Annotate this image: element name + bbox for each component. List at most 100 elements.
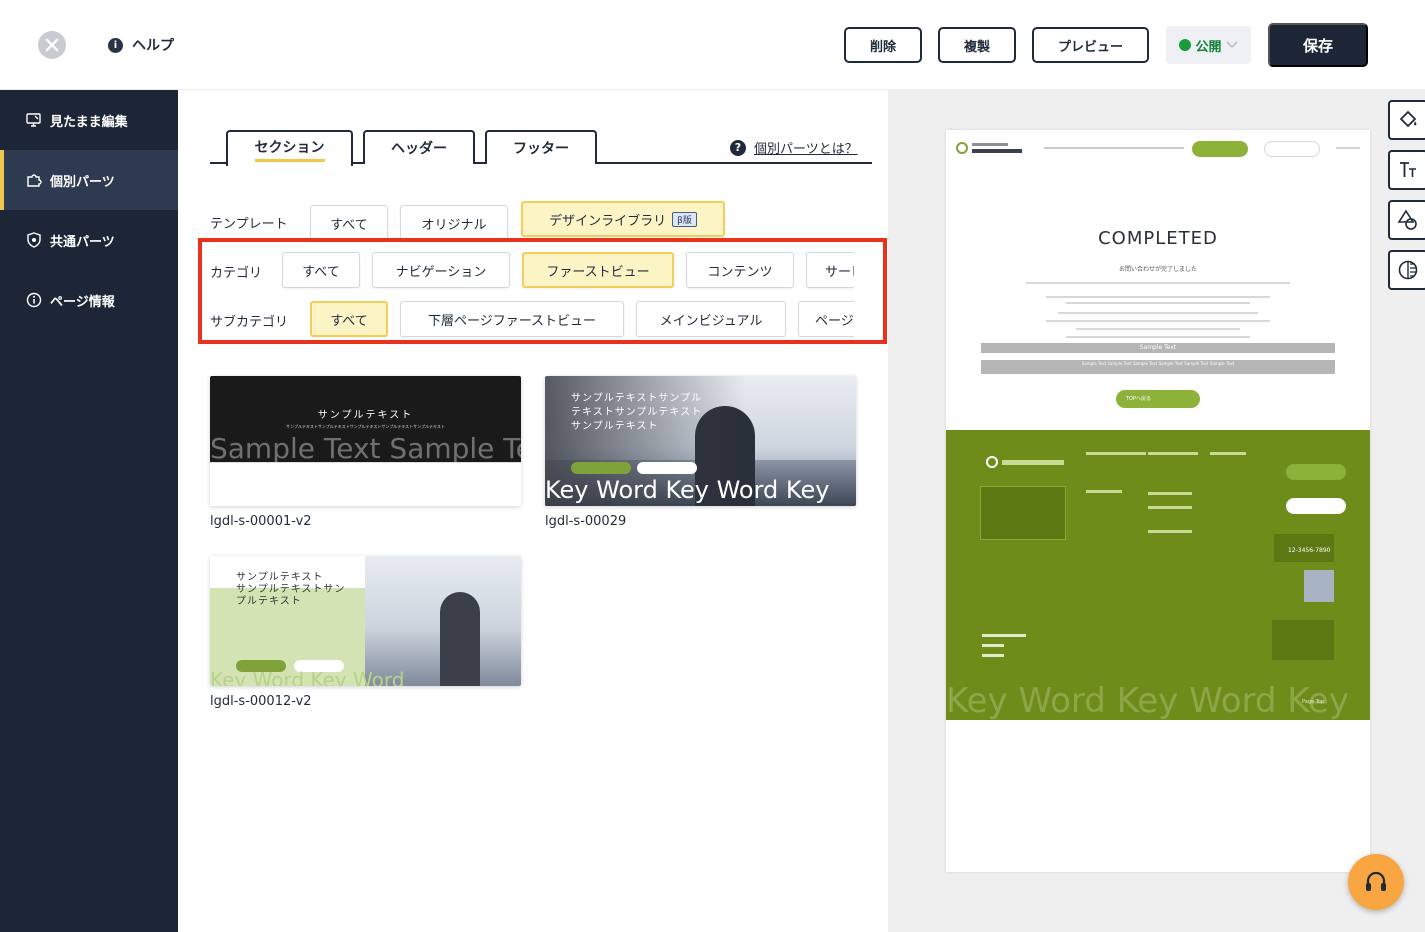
thumb-big-text: Key Word Key Word Key <box>545 476 830 504</box>
part-name: lgdl-s-00029 <box>545 514 627 529</box>
sidebar-item-wysiwyg-edit[interactable]: 見たまま編集 <box>0 90 178 150</box>
tab-label: フッター <box>513 141 569 157</box>
category-option-first-view[interactable]: ファーストビュー <box>522 252 674 288</box>
template-option-all[interactable]: すべて <box>310 205 388 241</box>
help-link[interactable]: i ヘルプ <box>108 35 174 55</box>
footer-image <box>1304 570 1334 602</box>
text-icon <box>1400 162 1416 177</box>
support-chat-button[interactable] <box>1348 854 1404 910</box>
footer-sns-icons <box>1272 620 1334 660</box>
part-thumbnail[interactable]: サンプルテキスト サンプルテキストサンプルテキストサンプルテキストサンプルテキス… <box>210 376 521 506</box>
contrast-icon <box>1398 260 1418 280</box>
subcategory-option-lower-first-view[interactable]: 下層ページファーストビュー <box>400 301 624 337</box>
tab-header[interactable]: ヘッダー <box>363 130 475 164</box>
subcategory-option-main-visual[interactable]: メインビジュアル <box>636 301 786 337</box>
part-card[interactable]: サンプルテキストサンプル テキストサンプルテキスト サンプルテキスト Key W… <box>545 376 856 529</box>
chevron-down-icon <box>1225 41 1238 49</box>
thumb-button <box>637 462 697 474</box>
part-thumbnail[interactable]: サンプルテキスト サンプルテキストサン プルテキスト Key Word Key … <box>210 556 521 686</box>
thumb-button <box>571 462 631 474</box>
thumb-line: サンプルテキスト <box>236 572 324 583</box>
publish-status-label: 公開 <box>1195 39 1222 55</box>
tab-label: ヘッダー <box>391 141 447 157</box>
category-option-service[interactable]: サービス <box>806 252 854 288</box>
thumb-line: テキストサンプルテキスト <box>571 407 703 418</box>
subcategory-option-all[interactable]: すべて <box>310 301 388 337</box>
shapes-icon <box>1397 209 1417 230</box>
sidebar-item-common-parts[interactable]: 共通パーツ <box>0 210 178 270</box>
text-tool[interactable] <box>1388 150 1425 190</box>
footer-contact-button <box>1286 464 1346 480</box>
close-button[interactable] <box>38 31 66 59</box>
preview-sample-bar: Sample Text <box>981 343 1335 353</box>
save-button[interactable]: 保存 <box>1268 23 1368 67</box>
part-card[interactable]: サンプルテキスト サンプルテキストサン プルテキスト Key Word Key … <box>210 556 521 709</box>
page-preview[interactable]: COMPLETED お問い合わせが完了しました Sample Text Samp… <box>946 130 1370 872</box>
subcategory-options-scroller[interactable]: すべて 下層ページファーストビュー メインビジュアル ページ <box>282 299 854 339</box>
preview-area: COMPLETED お問い合わせが完了しました Sample Text Samp… <box>888 90 1425 932</box>
close-icon <box>45 38 59 52</box>
sidebar-item-label: ページ情報 <box>50 294 115 310</box>
thumb-title: サンプルテキスト <box>317 410 414 421</box>
preview-menu-button <box>1264 141 1320 157</box>
preview-sample-long: Sample Text Sample Text Sample Text Samp… <box>981 360 1335 374</box>
monitor-edit-icon <box>26 112 42 128</box>
category-option-navigation[interactable]: ナビゲーション <box>372 252 510 288</box>
app-root: i ヘルプ 削除 複製 プレビュー 公開 保存 見たまま編集 個別パーツ 共通パ… <box>0 0 1425 932</box>
part-card[interactable]: サンプルテキスト サンプルテキストサンプルテキストサンプルテキストサンプルテキス… <box>210 376 521 529</box>
sidebar: 見たまま編集 個別パーツ 共通パーツ ページ情報 <box>0 90 178 932</box>
part-name: lgdl-s-00012-v2 <box>210 694 312 709</box>
tab-footer[interactable]: フッター <box>485 130 597 164</box>
publish-status-select[interactable]: 公開 <box>1166 26 1251 64</box>
preview-top-button: TOPへ戻る <box>1116 390 1200 408</box>
puzzle-icon <box>26 172 42 188</box>
subcategory-option-page[interactable]: ページ <box>798 301 854 337</box>
headset-icon <box>1366 871 1386 891</box>
shape-tool[interactable] <box>1388 200 1425 240</box>
paint-bucket-icon <box>1399 110 1417 128</box>
help-label: ヘルプ <box>132 38 174 54</box>
thumb-line: サンプルテキストサン <box>236 584 346 595</box>
template-option-original[interactable]: オリジナル <box>400 205 508 241</box>
tab-label: セクション <box>254 137 325 162</box>
info-icon: i <box>108 37 123 53</box>
thumb-line: サンプルテキストサンプル <box>571 393 703 404</box>
info-icon <box>26 292 42 308</box>
duplicate-button[interactable]: 複製 <box>938 27 1016 63</box>
template-option-design-library[interactable]: デザインライブラリ β版 <box>521 201 725 237</box>
category-option-contents[interactable]: コンテンツ <box>686 252 794 288</box>
sidebar-item-page-info[interactable]: ページ情報 <box>0 270 178 330</box>
shield-icon <box>26 232 42 248</box>
top-bar: i ヘルプ 削除 複製 プレビュー 公開 保存 <box>0 0 1425 90</box>
template-filter-label: テンプレート <box>210 217 288 232</box>
sidebar-item-label: 共通パーツ <box>50 234 115 250</box>
thumb-subtitle: サンプルテキストサンプルテキストサンプルテキストサンプルテキストサンプルテキスト <box>286 424 445 429</box>
delete-button[interactable]: 削除 <box>844 27 922 63</box>
footer-phone: 12-3456-7890 <box>1274 534 1334 562</box>
preview-contact-button <box>1192 141 1248 157</box>
beta-badge: β版 <box>672 211 697 227</box>
category-filter-label: カテゴリ <box>210 266 263 281</box>
question-icon: ? <box>730 139 746 156</box>
what-are-parts-link[interactable]: ? 個別パーツとは？ <box>730 138 858 157</box>
thumb-big-text: Sample Text Sample Text <box>210 432 521 465</box>
sidebar-item-label: 個別パーツ <box>50 174 115 190</box>
thumb-line: サンプルテキスト <box>571 421 659 432</box>
preview-button[interactable]: プレビュー <box>1032 27 1149 63</box>
part-thumbnail[interactable]: サンプルテキストサンプル テキストサンプルテキスト サンプルテキスト Key W… <box>545 376 856 506</box>
sidebar-item-individual-parts[interactable]: 個別パーツ <box>0 150 178 210</box>
preview-completed-title: COMPLETED <box>1098 228 1218 249</box>
background-tool[interactable] <box>1388 250 1425 290</box>
footer-logo-icon <box>986 456 998 468</box>
tab-section[interactable]: セクション <box>226 130 353 166</box>
person-image <box>440 592 480 686</box>
paint-bucket-tool[interactable] <box>1388 100 1425 140</box>
thumb-big-text: Key Word Key Word <box>210 668 405 686</box>
sidebar-item-label: 見たまま編集 <box>50 114 128 130</box>
part-name: lgdl-s-00001-v2 <box>210 514 312 529</box>
category-options-scroller[interactable]: すべて ナビゲーション ファーストビュー コンテンツ サービス <box>282 250 854 290</box>
preview-toolbar <box>1388 100 1425 300</box>
preview-page-top: Page Top <box>1302 699 1325 705</box>
category-option-all[interactable]: すべて <box>282 252 360 288</box>
subcategory-filter-label: サブカテゴリ <box>210 315 289 330</box>
